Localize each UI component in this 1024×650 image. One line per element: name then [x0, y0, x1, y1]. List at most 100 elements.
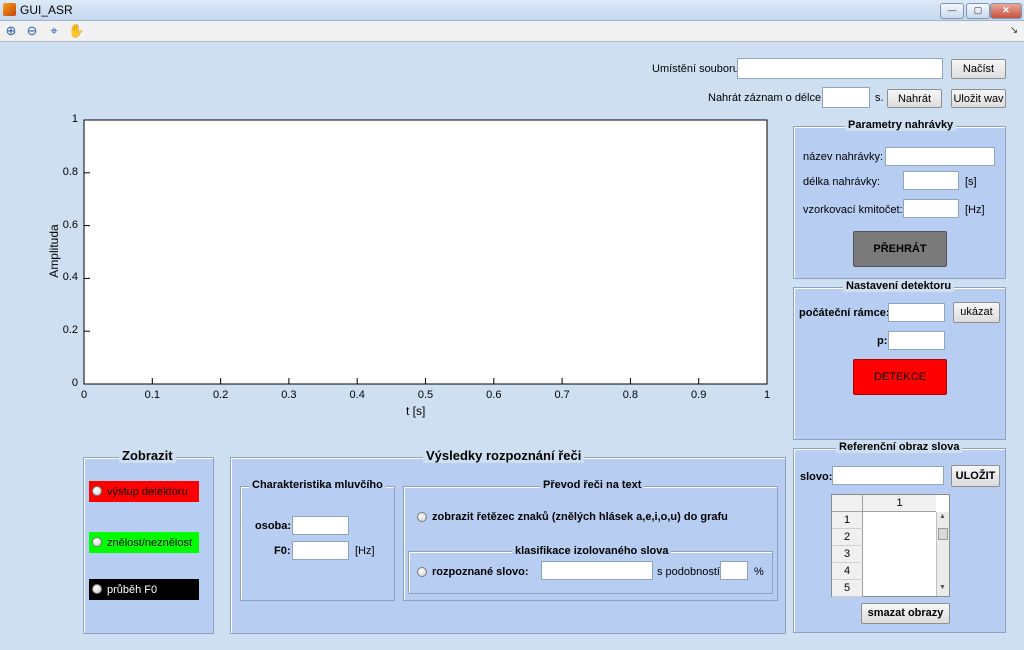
y-tick-label: 1 [71, 113, 78, 125]
table-column-header: 1 [863, 495, 936, 512]
delete-references-button[interactable]: smazat obrazy [861, 603, 950, 624]
similarity-input[interactable] [720, 561, 748, 580]
file-location-input[interactable] [737, 58, 943, 79]
x-tick-label: 0 [80, 389, 88, 401]
scroll-up-icon[interactable]: ▲ [939, 513, 946, 520]
window-title: GUI_ASR [20, 3, 73, 17]
x-tick-label: 0.2 [212, 389, 229, 401]
table-row-number: 1 [832, 512, 863, 529]
scroll-down-icon[interactable]: ▼ [939, 584, 946, 591]
record-unit: s. [875, 92, 884, 104]
recording-params-title: Parametry nahrávky [845, 119, 957, 131]
x-tick-label: 0.1 [144, 389, 160, 401]
recognized-word-label[interactable]: rozpoznané slovo: [432, 566, 529, 578]
x-tick-label: 0.8 [622, 389, 639, 401]
x-tick-label: 0.5 [417, 389, 434, 401]
show-button[interactable]: ukázat [953, 302, 1000, 323]
reference-table[interactable]: 1 12345 ▲ ▼ [831, 494, 950, 597]
dock-icon[interactable]: ↘ [1006, 23, 1022, 39]
sampling-rate-unit: [Hz] [965, 204, 985, 216]
similarity-label: s podobností [657, 566, 720, 578]
y-tick-label: 0 [71, 377, 78, 389]
detect-button[interactable]: DETEKCE [853, 359, 947, 395]
play-button[interactable]: PŘEHRÁT [853, 231, 947, 267]
title-bar: GUI_ASR — ▢ ✕ [0, 0, 1024, 21]
record-button[interactable]: Nahrát [887, 89, 942, 108]
table-row-number: 3 [832, 546, 863, 563]
x-tick-label: 0.4 [349, 389, 365, 401]
save-wav-button[interactable]: Uložit wav [951, 89, 1006, 108]
table-corner [832, 495, 863, 512]
x-tick-label: 0.9 [691, 389, 707, 401]
display-option-radio[interactable] [92, 584, 102, 594]
scroll-thumb[interactable] [938, 528, 948, 540]
table-row-number: 2 [832, 529, 863, 546]
minimize-button[interactable]: — [940, 3, 964, 19]
recording-name-label: název nahrávky: [803, 151, 884, 163]
p-label: p: [877, 335, 888, 347]
record-length-input[interactable] [822, 87, 870, 108]
load-button[interactable]: Načíst [951, 59, 1006, 79]
display-option-radio[interactable] [92, 486, 102, 496]
zoom-in-icon[interactable]: ⊕ [3, 23, 19, 39]
plot-area [83, 119, 768, 385]
table-row-number: 4 [832, 563, 863, 580]
recognized-word-input[interactable] [541, 561, 653, 580]
display-option-radio[interactable] [92, 537, 102, 547]
classification-title: klasifikace izolovaného slova [512, 545, 672, 557]
waveform-chart-svg [83, 119, 768, 385]
speaker-group-title: Charakteristika mluvčího [249, 479, 386, 491]
table-scrollbar[interactable]: ▲ ▼ [936, 512, 949, 596]
data-cursor-icon[interactable]: ⌖ [46, 23, 62, 39]
recording-length-unit: [s] [965, 176, 977, 188]
results-title: Výsledky rozpoznání řeči [423, 448, 585, 463]
x-tick-label: 0.3 [281, 389, 297, 401]
zoom-out-icon[interactable]: ⊖ [24, 23, 40, 39]
detector-settings-title: Nastavení detektoru [843, 280, 955, 292]
display-option-3[interactable]: průběh F0 [89, 579, 199, 600]
x-tick-label: 0.6 [486, 389, 502, 401]
record-label: Nahrát záznam o délce [708, 92, 822, 104]
y-tick-label: 0.8 [62, 165, 78, 178]
save-reference-button[interactable]: ULOŽIT [951, 465, 1000, 487]
recording-name-input[interactable] [885, 147, 995, 166]
recording-length-input[interactable] [903, 171, 959, 190]
initial-frames-label: počáteční rámce: [799, 307, 890, 319]
word-input[interactable] [832, 466, 944, 485]
recognized-word-radio[interactable] [417, 567, 427, 577]
x-axis-label: t [s] [406, 404, 426, 418]
matlab-icon [3, 3, 16, 16]
sampling-rate-input[interactable] [903, 199, 959, 218]
person-label: osoba: [255, 520, 292, 532]
person-input[interactable] [292, 516, 349, 535]
f0-unit: [Hz] [355, 545, 375, 557]
toolbar: ⊕ ⊖ ⌖ ✋ ↘ [0, 21, 1024, 42]
display-option-1[interactable]: výstup detektoru [89, 481, 199, 502]
f0-input[interactable] [292, 541, 349, 560]
pan-icon[interactable]: ✋ [68, 23, 84, 39]
percent-sign: % [754, 566, 764, 578]
table-row-number: 5 [832, 580, 863, 597]
maximize-button[interactable]: ▢ [966, 3, 990, 19]
show-string-label[interactable]: zobrazit řetězec znaků (znělých hlásek a… [432, 511, 728, 523]
speech-to-text-title: Převod řeči na text [540, 479, 645, 491]
close-button[interactable]: ✕ [990, 3, 1022, 19]
display-option-label: znělost/neznělost [107, 537, 192, 549]
x-tick-label: 0.7 [554, 389, 570, 401]
word-label: slovo: [800, 471, 833, 483]
display-option-label: průběh F0 [107, 584, 158, 596]
reference-word-title: Referenční obraz slova [836, 441, 963, 453]
x-tick-label: 1 [763, 389, 771, 401]
file-location-label: Umístění souboru: [652, 63, 742, 75]
p-input[interactable] [888, 331, 945, 350]
display-title: Zobrazit [119, 448, 176, 463]
y-tick-label: 0.2 [62, 324, 78, 337]
display-option-2[interactable]: znělost/neznělost [89, 532, 199, 553]
sampling-rate-label: vzorkovací kmitočet: [803, 204, 903, 216]
recording-length-label: délka nahrávky: [803, 176, 881, 188]
waveform-chart: 0 0.1 0.2 0.3 0.4 0.5 0.6 0.7 0.8 0.9 1 0 0.2 0.4 0.6… [40, 112, 780, 422]
initial-frames-input[interactable] [888, 303, 945, 322]
f0-label: F0: [274, 545, 291, 557]
show-string-radio[interactable] [417, 512, 427, 522]
y-axis-label: Amplituda [47, 224, 61, 278]
